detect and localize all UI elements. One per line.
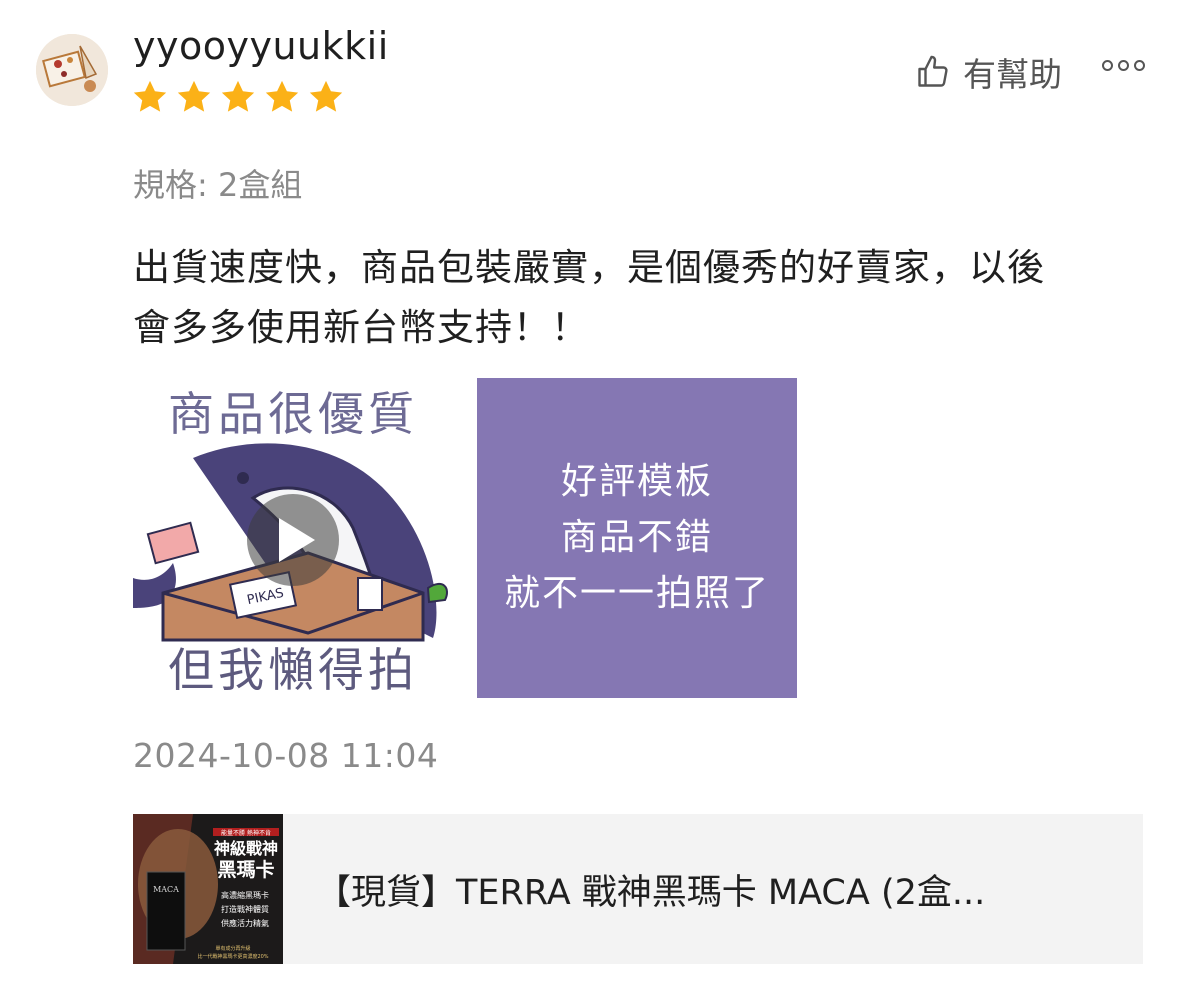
review-text-line: 會多多使用新台幣支持！！ xyxy=(133,306,589,349)
image-text-line: 就不一一拍照了 xyxy=(503,573,770,614)
thumb-title2: 黑瑪卡 xyxy=(217,858,274,881)
video-caption-top: 商品很優質 xyxy=(168,387,418,441)
more-dot xyxy=(1134,60,1145,71)
thumb-brand: MACA xyxy=(153,885,179,894)
star-icon xyxy=(177,80,211,112)
product-thumbnail: 能量不勝 熱神不肯 神級戰神 黑瑪卡 MACA 高濃縮黑瑪卡 打造戰神體質 供應… xyxy=(133,814,283,964)
review-text-line: 出貨速度快，商品包裝嚴實，是個優秀的好賣家，以後 xyxy=(133,246,1045,289)
more-dot xyxy=(1102,60,1113,71)
reviewer-username[interactable]: yyooyyuukkii xyxy=(133,24,389,68)
star-icon xyxy=(265,80,299,112)
user-avatar[interactable] xyxy=(36,34,108,106)
avatar-image xyxy=(36,34,108,106)
product-variation: 規格: 2盒組 xyxy=(133,166,303,204)
star-icon xyxy=(221,80,255,112)
thumbs-up-icon xyxy=(918,55,948,87)
thumb-title1: 神級戰神 xyxy=(214,839,278,858)
helpful-label: 有幫助 xyxy=(963,55,1062,94)
thumb-point: 供應活力精氣 xyxy=(221,918,269,928)
image-text-line: 好評模板 xyxy=(560,461,713,502)
star-rating xyxy=(131,78,345,116)
review-image-template[interactable]: 好評模板 商品不錯 就不一一拍照了 xyxy=(477,378,797,698)
star-icon xyxy=(309,80,343,112)
thumb-footer: 單有成分再升級 xyxy=(215,945,250,952)
product-card[interactable]: 能量不勝 熱神不肯 神級戰神 黑瑪卡 MACA 高濃縮黑瑪卡 打造戰神體質 供應… xyxy=(133,814,1143,964)
more-options-icon[interactable] xyxy=(1102,60,1145,71)
review-timestamp: 2024-10-08 11:04 xyxy=(133,736,439,775)
thumb-point: 高濃縮黑瑪卡 xyxy=(221,890,269,900)
image-text-line: 商品不錯 xyxy=(560,517,713,558)
thumb-point: 打造戰神體質 xyxy=(221,904,269,914)
review-video-thumbnail[interactable]: 商品很優質 PIKAS 但我懶得拍 xyxy=(133,378,453,698)
more-dot xyxy=(1118,60,1129,71)
review-text: 出貨速度快，商品包裝嚴實，是個優秀的好賣家，以後 會多多使用新台幣支持！！ xyxy=(133,238,1143,358)
helpful-button[interactable]: 有幫助 xyxy=(915,48,1062,96)
video-caption-bottom: 但我懶得拍 xyxy=(168,643,418,697)
thumb-footer: 比一代戰神黑瑪卡更高濃度20% xyxy=(197,953,268,960)
product-name[interactable]: 【現貨】TERRA 戰神黑瑪卡 MACA (2盒... xyxy=(316,864,1116,915)
star-icon xyxy=(133,80,167,112)
thumb-tagline: 能量不勝 熱神不肯 xyxy=(221,829,271,837)
